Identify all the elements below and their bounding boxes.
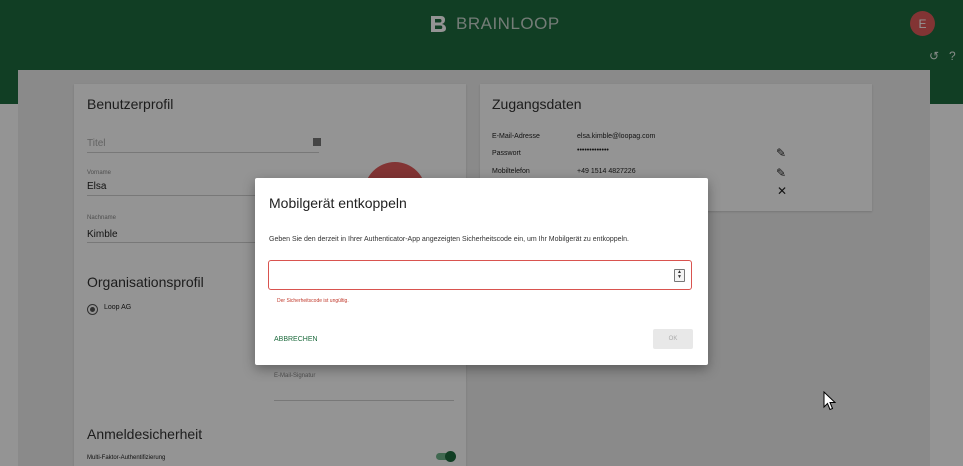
dialog-title: Mobilgerät entkoppeln	[269, 195, 407, 211]
mouse-cursor-icon	[823, 390, 837, 416]
security-code-input[interactable]: ▲ ▼	[268, 260, 692, 290]
ok-button[interactable]: OK	[653, 329, 693, 349]
error-message: Der Sicherheitscode ist ungültig.	[277, 298, 349, 304]
cancel-button[interactable]: ABBRECHEN	[274, 336, 318, 343]
dialog-description: Geben Sie den derzeit in Ihrer Authentic…	[269, 236, 629, 243]
number-stepper-icon[interactable]: ▲ ▼	[674, 269, 685, 282]
unlink-device-dialog: Mobilgerät entkoppeln Geben Sie den derz…	[255, 178, 708, 365]
